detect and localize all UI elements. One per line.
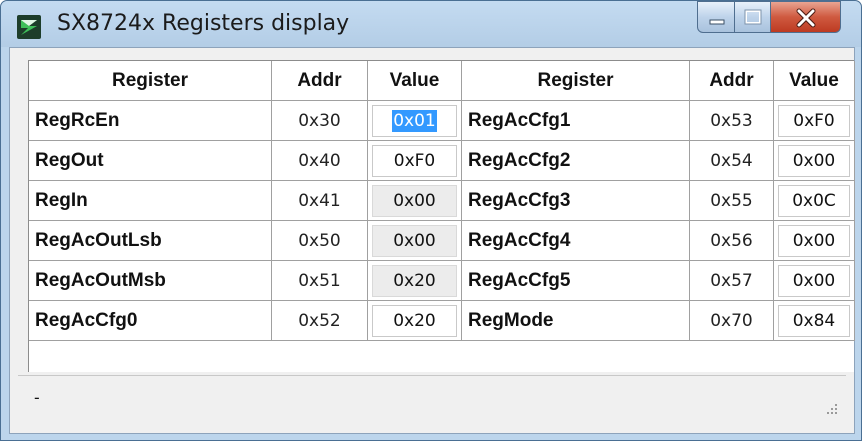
register-name: RegAcCfg1	[462, 101, 690, 141]
register-value-cell: 0x0C	[774, 181, 855, 221]
client-area: Register Addr Value Register Addr Value …	[9, 47, 855, 434]
register-addr: 0x51	[272, 261, 368, 301]
registers-grid: Register Addr Value Register Addr Value …	[28, 60, 855, 372]
register-value-cell: 0xF0	[368, 141, 462, 181]
register-value-cell: 0x01	[368, 101, 462, 141]
register-name: RegMode	[462, 301, 690, 341]
register-value-input[interactable]: 0x20	[372, 304, 457, 337]
register-addr: 0x70	[690, 301, 774, 341]
register-value-cell: 0x00	[774, 141, 855, 181]
table-row: RegAcCfg0 0x52 0x20 RegMode 0x70 0x84	[29, 301, 855, 342]
table-row: RegAcOutMsb 0x51 0x20 RegAcCfg5 0x57 0x0…	[29, 261, 855, 302]
register-name: RegRcEn	[29, 101, 272, 141]
register-name: RegAcOutLsb	[29, 221, 272, 261]
registers-window: SX8724x Registers display Register Addr	[0, 0, 862, 441]
register-addr: 0x41	[272, 181, 368, 221]
register-name: RegAcCfg0	[29, 301, 272, 341]
register-value-cell: 0x00	[774, 261, 855, 301]
register-addr: 0x50	[272, 221, 368, 261]
register-name: RegAcOutMsb	[29, 261, 272, 301]
register-value-cell: 0xF0	[774, 101, 855, 141]
register-value-cell: 0x20	[368, 261, 462, 301]
register-value-input[interactable]: 0xF0	[372, 144, 457, 177]
selected-value-text: 0x01	[392, 109, 437, 132]
table-row: RegRcEn 0x30 0x01 RegAcCfg1 0x53 0xF0	[29, 101, 855, 142]
register-value-readonly: 0x00	[372, 184, 457, 217]
table-row: RegIn 0x41 0x00 RegAcCfg3 0x55 0x0C	[29, 181, 855, 222]
register-name: RegAcCfg5	[462, 261, 690, 301]
register-value-input[interactable]: 0x00	[778, 264, 850, 297]
register-value-cell: 0x00	[368, 221, 462, 261]
register-value-readonly: 0x20	[372, 264, 457, 297]
column-header-addr[interactable]: Addr	[272, 61, 368, 101]
maximize-button[interactable]	[735, 1, 771, 33]
register-name: RegAcCfg4	[462, 221, 690, 261]
register-addr: 0x56	[690, 221, 774, 261]
title-bar[interactable]: SX8724x Registers display	[1, 1, 861, 47]
register-name: RegIn	[29, 181, 272, 221]
register-addr: 0x40	[272, 141, 368, 181]
app-icon	[17, 15, 41, 39]
minimize-button[interactable]	[697, 1, 735, 33]
register-value-cell: 0x00	[368, 181, 462, 221]
minimize-icon	[709, 19, 725, 25]
register-value-input[interactable]: 0xF0	[778, 104, 850, 137]
close-button[interactable]	[771, 1, 841, 33]
window-title: SX8724x Registers display	[57, 11, 350, 36]
header-row: Register Addr Value Register Addr Value	[29, 61, 855, 102]
status-text: -	[34, 388, 40, 407]
column-header-value[interactable]: Value	[368, 61, 462, 101]
register-value-input[interactable]: 0x00	[778, 224, 850, 257]
table-row: RegOut 0x40 0xF0 RegAcCfg2 0x54 0x00	[29, 141, 855, 182]
status-bar: -	[18, 375, 846, 423]
register-value-input[interactable]: 0x01	[372, 104, 457, 137]
register-addr: 0x53	[690, 101, 774, 141]
column-header-register-2[interactable]: Register	[462, 61, 690, 101]
column-header-register[interactable]: Register	[29, 61, 272, 101]
register-addr: 0x30	[272, 101, 368, 141]
column-header-value-2[interactable]: Value	[774, 61, 855, 101]
register-value-readonly: 0x00	[372, 224, 457, 257]
register-value-input[interactable]: 0x0C	[778, 184, 850, 217]
register-value-cell: 0x84	[774, 301, 855, 341]
register-value-input[interactable]: 0x00	[778, 144, 850, 177]
column-header-addr-2[interactable]: Addr	[690, 61, 774, 101]
close-icon	[796, 8, 816, 28]
register-addr: 0x57	[690, 261, 774, 301]
register-name: RegAcCfg2	[462, 141, 690, 181]
register-name: RegAcCfg3	[462, 181, 690, 221]
register-value-cell: 0x20	[368, 301, 462, 341]
register-addr: 0x52	[272, 301, 368, 341]
register-value-cell: 0x00	[774, 221, 855, 261]
register-value-input[interactable]: 0x84	[778, 304, 850, 337]
table-row: RegAcOutLsb 0x50 0x00 RegAcCfg4 0x56 0x0…	[29, 221, 855, 262]
register-name: RegOut	[29, 141, 272, 181]
register-addr: 0x55	[690, 181, 774, 221]
resize-grip-icon[interactable]	[824, 401, 838, 415]
register-addr: 0x54	[690, 141, 774, 181]
maximize-icon	[744, 9, 762, 25]
